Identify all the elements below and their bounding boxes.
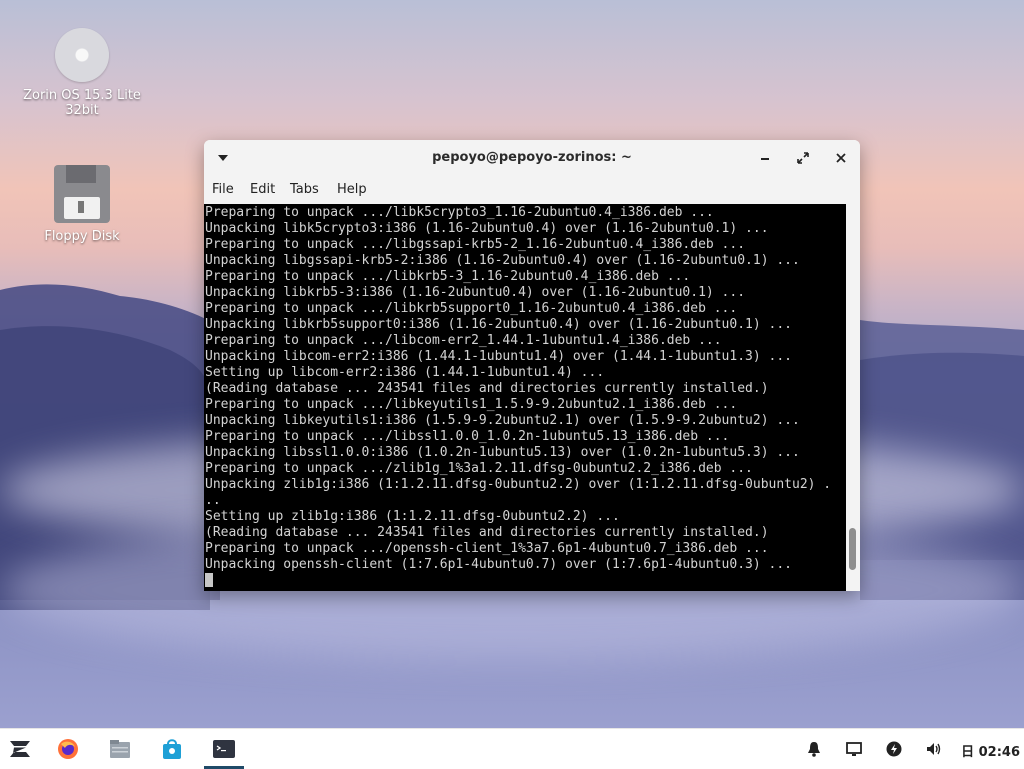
terminal-line: Setting up libcom-err2:i386 (1.44.1-1ubu… bbox=[205, 365, 605, 380]
menu-edit[interactable]: Edit bbox=[250, 182, 275, 197]
terminal-area[interactable]: Preparing to unpack .../libk5crypto3_1.1… bbox=[204, 204, 860, 591]
minimize-icon[interactable] bbox=[754, 148, 776, 168]
terminal-line: Unpacking libcom-err2:i386 (1.44.1-1ubun… bbox=[205, 349, 792, 364]
desktop-icon-label: Floppy Disk bbox=[44, 229, 120, 244]
window-titlebar[interactable]: pepoyo@pepoyo-zorinos: ~ bbox=[204, 140, 860, 176]
terminal-line: Preparing to unpack .../libkeyutils1_1.5… bbox=[205, 397, 738, 412]
terminal-prompt-line bbox=[205, 573, 845, 589]
desktop-icon-zorin-os[interactable]: Zorin OS 15.3 Lite 32bit bbox=[22, 28, 142, 118]
files-icon[interactable] bbox=[100, 729, 140, 769]
terminal-line: Preparing to unpack .../libkrb5-3_1.16-2… bbox=[205, 269, 691, 284]
text-cursor bbox=[205, 573, 213, 587]
display-icon[interactable] bbox=[842, 729, 866, 769]
terminal-output: Preparing to unpack .../libk5crypto3_1.1… bbox=[205, 205, 845, 589]
menu-tabs[interactable]: Tabs bbox=[290, 182, 319, 197]
maximize-icon[interactable] bbox=[792, 148, 814, 168]
scrollbar-thumb[interactable] bbox=[849, 528, 856, 570]
terminal-line: Unpacking libkrb5-3:i386 (1.16-2ubuntu0.… bbox=[205, 285, 746, 300]
clock-time: 02:46 bbox=[978, 745, 1020, 760]
terminal-line: Preparing to unpack .../libssl1.0.0_1.0.… bbox=[205, 429, 730, 444]
terminal-line: Preparing to unpack .../zlib1g_1%3a1.2.1… bbox=[205, 461, 753, 476]
terminal-line: Unpacking libkeyutils1:i386 (1.5.9-9.2ub… bbox=[205, 413, 800, 428]
desktop-icon-floppy-disk[interactable]: Floppy Disk bbox=[22, 165, 142, 244]
software-store-icon[interactable] bbox=[152, 729, 192, 769]
desktop-icon-label: Zorin OS 15.3 Lite 32bit bbox=[23, 88, 141, 118]
terminal-window: pepoyo@pepoyo-zorinos: ~ File Edit Tabs … bbox=[204, 140, 860, 591]
menu-help[interactable]: Help bbox=[337, 182, 367, 197]
terminal-icon[interactable] bbox=[204, 729, 244, 769]
terminal-line: Unpacking openssh-client (1:7.6p1-4ubunt… bbox=[205, 557, 792, 572]
clock[interactable]: 日 02:46 bbox=[961, 741, 1020, 760]
menu-file[interactable]: File bbox=[212, 182, 234, 197]
zorin-menu-icon[interactable] bbox=[0, 729, 40, 769]
desktop: Zorin OS 15.3 Lite 32bit Floppy Disk pep… bbox=[0, 0, 1024, 728]
terminal-line: Unpacking libssl1.0.0:i386 (1.0.2n-1ubun… bbox=[205, 445, 800, 460]
menu-bar: File Edit Tabs Help bbox=[204, 176, 860, 204]
volume-icon[interactable] bbox=[922, 729, 946, 769]
terminal-line: Unpacking libk5crypto3:i386 (1.16-2ubunt… bbox=[205, 221, 769, 236]
firefox-icon[interactable] bbox=[48, 729, 88, 769]
close-icon[interactable] bbox=[830, 148, 852, 168]
scrollbar[interactable] bbox=[846, 204, 860, 591]
terminal-line: Preparing to unpack .../libgssapi-krb5-2… bbox=[205, 237, 746, 252]
terminal-line: Preparing to unpack .../libkrb5support0_… bbox=[205, 301, 738, 316]
terminal-line: Preparing to unpack .../libcom-err2_1.44… bbox=[205, 333, 722, 348]
terminal-line: Unpacking zlib1g:i386 (1:1.2.11.dfsg-0ub… bbox=[205, 477, 832, 492]
power-icon[interactable] bbox=[882, 729, 906, 769]
taskbar: 日 02:46 bbox=[0, 728, 1024, 769]
terminal-line: (Reading database ... 243541 files and d… bbox=[205, 525, 769, 540]
floppy-icon bbox=[54, 165, 110, 223]
disc-icon bbox=[55, 28, 109, 82]
terminal-line: Preparing to unpack .../libk5crypto3_1.1… bbox=[205, 205, 714, 220]
terminal-line: Unpacking libgssapi-krb5-2:i386 (1.16-2u… bbox=[205, 253, 800, 268]
terminal-line: (Reading database ... 243541 files and d… bbox=[205, 381, 769, 396]
terminal-line: Unpacking libkrb5support0:i386 (1.16-2ub… bbox=[205, 317, 792, 332]
terminal-line: .. bbox=[205, 493, 221, 508]
calendar-glyph: 日 bbox=[961, 745, 975, 760]
terminal-line: Preparing to unpack .../openssh-client_1… bbox=[205, 541, 769, 556]
notifications-icon[interactable] bbox=[802, 729, 826, 769]
terminal-line: Setting up zlib1g:i386 (1:1.2.11.dfsg-0u… bbox=[205, 509, 620, 524]
